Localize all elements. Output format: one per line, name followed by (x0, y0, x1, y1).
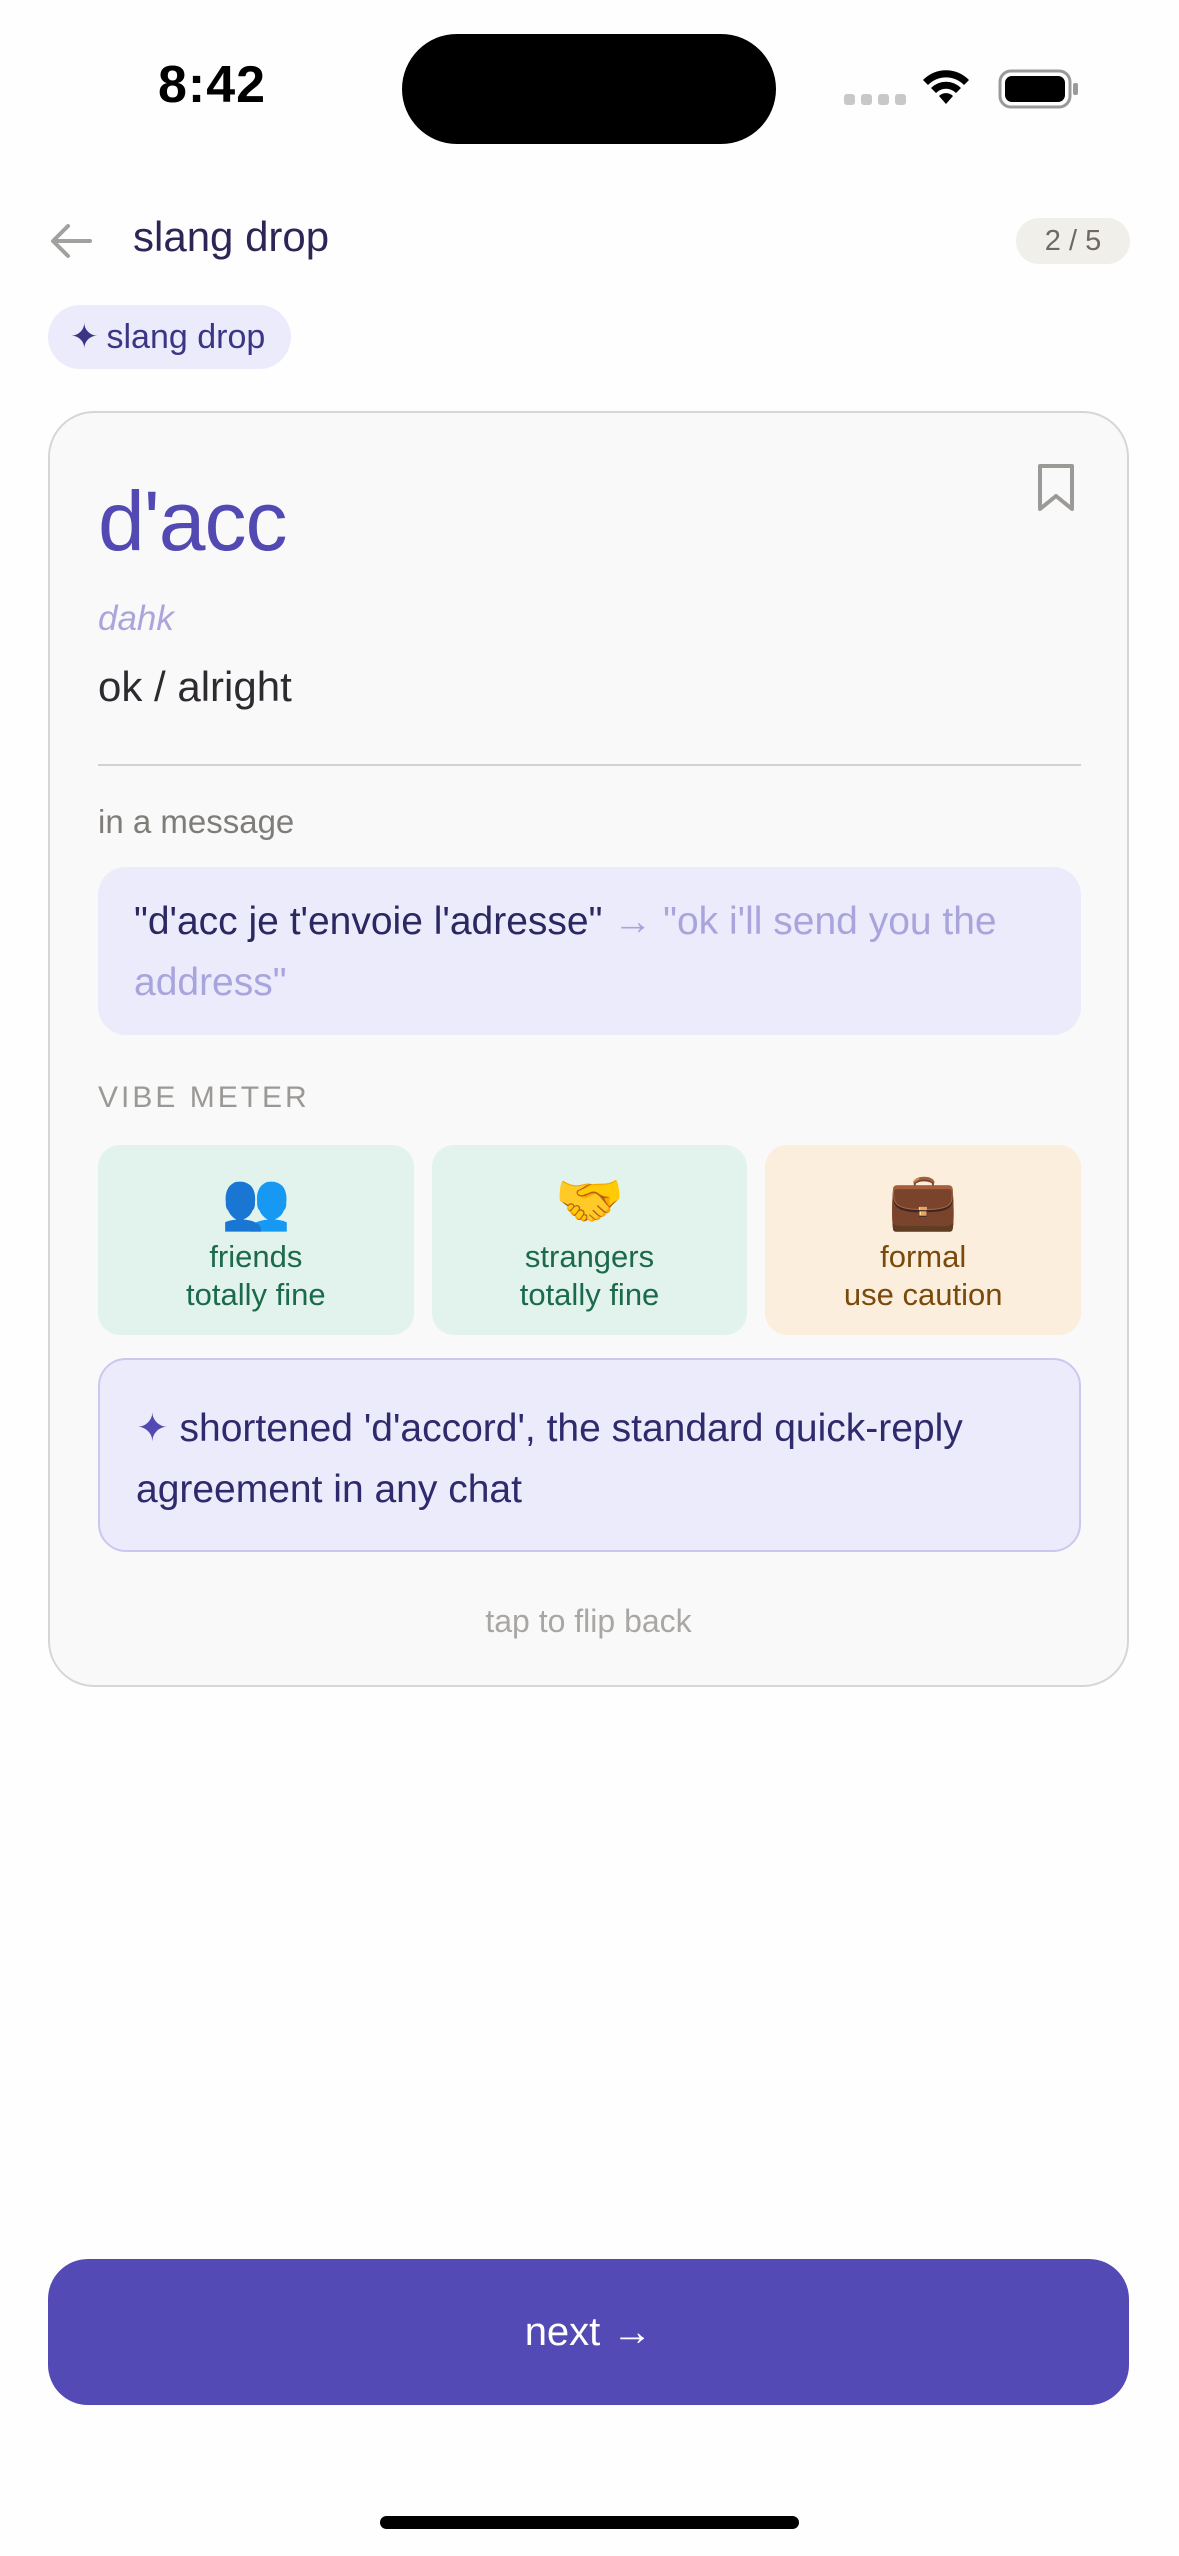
flashcard-screen: 8:42 slang drop 2 / 5 ✦ slang drop d'acc… (0, 0, 1179, 2556)
next-button[interactable]: next → (48, 2259, 1129, 2405)
meaning: ok / alright (98, 663, 292, 710)
vibe-tile-formal: 💼 formal use caution (765, 1145, 1082, 1335)
back-arrow-icon[interactable] (48, 218, 94, 264)
usage-note: ✦ shortened 'd'accord', the standard qui… (98, 1358, 1081, 1552)
bookmark-icon[interactable] (1035, 463, 1077, 513)
briefcase-icon: 💼 (888, 1169, 959, 1234)
wifi-icon (923, 70, 969, 104)
category-chip: ✦ slang drop (48, 305, 292, 369)
sparkle-icon: ✦ (136, 1407, 169, 1450)
example-label: in a message (98, 803, 295, 840)
flip-hint: tap to flip back (485, 1603, 692, 1639)
flashcard[interactable]: d'acc dahk ok / alright in a message "d'… (48, 411, 1129, 1687)
example-message: "d'acc je t'envoie l'adresse" → "ok i'll… (98, 867, 1081, 1035)
status-icons (840, 64, 1080, 114)
vibe-meter: 👥 friends totally fine 🤝 strangers total… (98, 1145, 1082, 1335)
divider (98, 764, 1081, 766)
people-icon: 👥 (220, 1169, 291, 1234)
vibe-audience: formal (880, 1239, 967, 1274)
progress-counter: 2 / 5 (1016, 218, 1130, 264)
home-indicator[interactable] (380, 2516, 799, 2529)
usage-note-text: shortened 'd'accord', the standard quick… (136, 1407, 963, 1511)
example-french: "d'acc je t'envoie l'adresse" (134, 900, 603, 943)
vibe-tile-friends: 👥 friends totally fine (98, 1145, 414, 1335)
vibe-level: use caution (843, 1277, 1003, 1312)
status-time: 8:42 (158, 56, 267, 114)
vibe-audience: friends (209, 1239, 303, 1274)
vibe-tile-strangers: 🤝 strangers totally fine (431, 1145, 748, 1335)
vibe-audience: strangers (524, 1239, 655, 1274)
pronunciation: dahk (98, 599, 174, 638)
cellular-signal-icon (844, 94, 906, 105)
dynamic-island (402, 34, 776, 144)
slang-word: d'acc (98, 474, 287, 568)
battery-icon (998, 69, 1078, 109)
vibe-level: totally fine (519, 1277, 660, 1312)
category-chip-label: slang drop (106, 317, 266, 356)
header-title: slang drop (133, 213, 330, 260)
vibe-meter-label: VIBE METER (98, 1081, 310, 1114)
arrow-right-icon: → (612, 2309, 653, 2354)
vibe-level: totally fine (186, 1277, 326, 1312)
arrow-icon: → (613, 900, 653, 943)
next-button-label: next (524, 2309, 601, 2354)
handshake-icon: 🤝 (554, 1169, 625, 1234)
sparkle-icon: ✦ (70, 318, 99, 356)
